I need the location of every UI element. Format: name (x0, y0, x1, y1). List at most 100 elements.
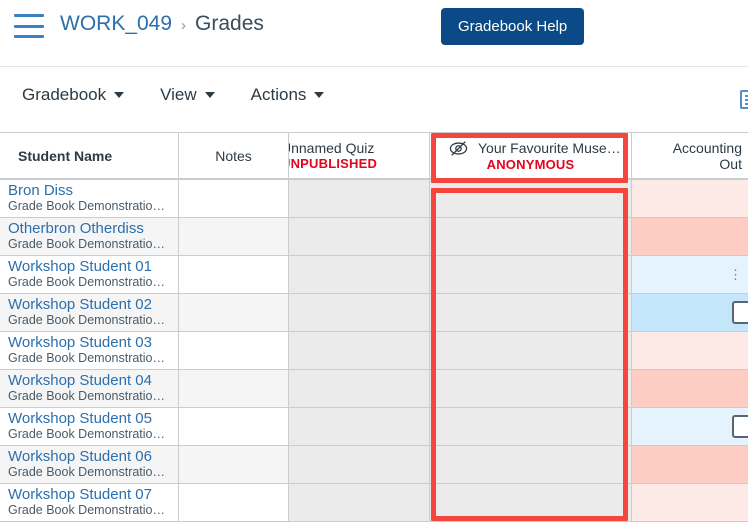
cell-unnamed-quiz[interactable] (289, 408, 430, 445)
cell-anonymous-assignment[interactable] (430, 218, 632, 255)
column-header-quiz-status: UNPUBLISHED (289, 156, 378, 171)
page-header: WORK_049 › Grades Gradebook Help (0, 0, 748, 67)
toolbar-menu-group: Gradebook View Actions (20, 81, 326, 109)
hamburger-bar (14, 35, 44, 38)
student-name-link[interactable]: Workshop Student 04 (8, 373, 178, 389)
menu-gradebook[interactable]: Gradebook (20, 81, 126, 109)
column-header-notes-label: Notes (215, 147, 252, 164)
column-header-notes[interactable]: Notes (179, 133, 289, 178)
table-row: Workshop Student 02 Grade Book Demonstrat… (0, 294, 748, 332)
hamburger-bar (14, 14, 44, 17)
cell-accounting-grade[interactable] (632, 408, 748, 445)
student-section-label: Grade Book Demonstratio… (8, 389, 166, 404)
cell-anonymous-assignment[interactable] (430, 294, 632, 331)
cell-notes[interactable] (179, 256, 289, 293)
cell-accounting-grade[interactable] (632, 446, 748, 483)
cell-notes[interactable] (179, 446, 289, 483)
cell-notes[interactable] (179, 408, 289, 445)
gradebook-toolbar: Gradebook View Actions (0, 67, 748, 132)
gradebook-help-button[interactable]: Gradebook Help (441, 8, 585, 45)
column-header-unnamed-quiz[interactable]: Unnamed Quiz UNPUBLISHED (289, 133, 430, 178)
grade-input[interactable] (732, 415, 748, 438)
breadcrumb-separator-icon: › (181, 16, 187, 34)
cell-unnamed-quiz[interactable] (289, 180, 430, 217)
cell-student-name: Workshop Student 03 Grade Book Demonstrat… (0, 332, 179, 369)
column-header-anon-title: Your Favourite Muse… (478, 140, 621, 156)
hamburger-menu-icon[interactable] (14, 14, 44, 38)
cell-accounting-grade[interactable] (632, 370, 748, 407)
cell-unnamed-quiz[interactable] (289, 332, 430, 369)
cell-notes[interactable] (179, 484, 289, 521)
grade-input[interactable] (732, 301, 748, 324)
cell-student-name: Workshop Student 01 Grade Book Demonstrat… (0, 256, 179, 293)
student-name-link[interactable]: Workshop Student 03 (8, 335, 178, 351)
column-header-accounting[interactable]: Accounting Out (632, 133, 748, 178)
cell-unnamed-quiz[interactable] (289, 446, 430, 483)
cell-student-name: Bron Diss Grade Book Demonstratio… (0, 180, 179, 217)
column-header-quiz-title: Unnamed Quiz (289, 140, 375, 156)
cell-accounting-grade[interactable] (632, 218, 748, 255)
table-row: Bron Diss Grade Book Demonstratio… (0, 180, 748, 218)
cell-student-name: Workshop Student 04 Grade Book Demonstrat… (0, 370, 179, 407)
cell-unnamed-quiz[interactable] (289, 370, 430, 407)
page-title: Grades (195, 12, 264, 35)
cell-student-name: Workshop Student 05 Grade Book Demonstrat… (0, 408, 179, 445)
table-row: Workshop Student 05 Grade Book Demonstrat… (0, 408, 748, 446)
hamburger-bar (14, 24, 44, 28)
student-name-link[interactable]: Workshop Student 07 (8, 487, 178, 503)
cell-anonymous-assignment[interactable] (430, 484, 632, 521)
student-section-label: Grade Book Demonstratio… (8, 275, 166, 290)
cell-unnamed-quiz[interactable] (289, 256, 430, 293)
cell-notes[interactable] (179, 370, 289, 407)
table-row: Workshop Student 06 Grade Book Demonstrat… (0, 446, 748, 484)
column-header-student-name[interactable]: Student Name (0, 133, 179, 178)
student-section-label: Grade Book Demonstratio… (8, 427, 166, 442)
breadcrumb: WORK_049 › Grades (60, 12, 264, 36)
student-name-link[interactable]: Bron Diss (8, 183, 178, 199)
cell-accounting-grade[interactable] (632, 332, 748, 369)
chevron-down-icon (114, 92, 125, 98)
menu-view-label: View (160, 85, 197, 104)
table-row: Otherbron Otherdiss Grade Book Demonstrat… (0, 218, 748, 256)
student-name-link[interactable]: Workshop Student 01 (8, 259, 178, 275)
cell-unnamed-quiz[interactable] (289, 294, 430, 331)
student-name-link[interactable]: Workshop Student 02 (8, 297, 178, 313)
student-section-label: Grade Book Demonstratio… (8, 503, 166, 518)
cell-accounting-grade[interactable] (632, 180, 748, 217)
cell-unnamed-quiz[interactable] (289, 484, 430, 521)
grid-header-row: Student Name Notes Unnamed Quiz UNPUBLIS… (0, 133, 748, 180)
cell-notes[interactable] (179, 180, 289, 217)
column-header-accounting-line2: Out (719, 155, 742, 172)
cell-notes[interactable] (179, 294, 289, 331)
cell-student-name: Workshop Student 07 Grade Book Demonstrat… (0, 484, 179, 521)
cell-accounting-grade[interactable]: ⋮ (632, 256, 748, 293)
cell-anonymous-assignment[interactable] (430, 408, 632, 445)
cell-anonymous-assignment[interactable] (430, 446, 632, 483)
cell-accounting-grade[interactable] (632, 484, 748, 521)
table-row: Workshop Student 01 Grade Book Demonstrat… (0, 256, 748, 294)
student-name-link[interactable]: Otherbron Otherdiss (8, 221, 178, 237)
column-header-anonymous-assignment[interactable]: Your Favourite Muse… ANONYMOUS (430, 133, 632, 178)
menu-actions[interactable]: Actions (249, 81, 327, 109)
cell-anonymous-assignment[interactable] (430, 370, 632, 407)
menu-gradebook-label: Gradebook (22, 85, 107, 104)
cell-student-name: Workshop Student 02 Grade Book Demonstrat… (0, 294, 179, 331)
eye-slash-icon (449, 140, 468, 156)
cell-notes[interactable] (179, 218, 289, 255)
cell-anonymous-assignment[interactable] (430, 256, 632, 293)
cell-anonymous-assignment[interactable] (430, 332, 632, 369)
cell-anonymous-assignment[interactable] (430, 180, 632, 217)
menu-view[interactable]: View (158, 81, 217, 109)
breadcrumb-course-link[interactable]: WORK_049 (60, 12, 172, 36)
student-name-link[interactable]: Workshop Student 05 (8, 411, 178, 427)
table-row: Workshop Student 03 Grade Book Demonstrat… (0, 332, 748, 370)
cell-notes[interactable] (179, 332, 289, 369)
cell-accounting-grade[interactable] (632, 294, 748, 331)
student-name-link[interactable]: Workshop Student 06 (8, 449, 178, 465)
cell-student-name: Workshop Student 06 Grade Book Demonstrat… (0, 446, 179, 483)
cell-unnamed-quiz[interactable] (289, 218, 430, 255)
grade-detail-icon[interactable]: ⋮ (729, 267, 744, 283)
column-header-anon-status: ANONYMOUS (486, 156, 575, 172)
student-section-label: Grade Book Demonstratio… (8, 465, 166, 480)
grid-settings-icon[interactable] (740, 90, 748, 109)
